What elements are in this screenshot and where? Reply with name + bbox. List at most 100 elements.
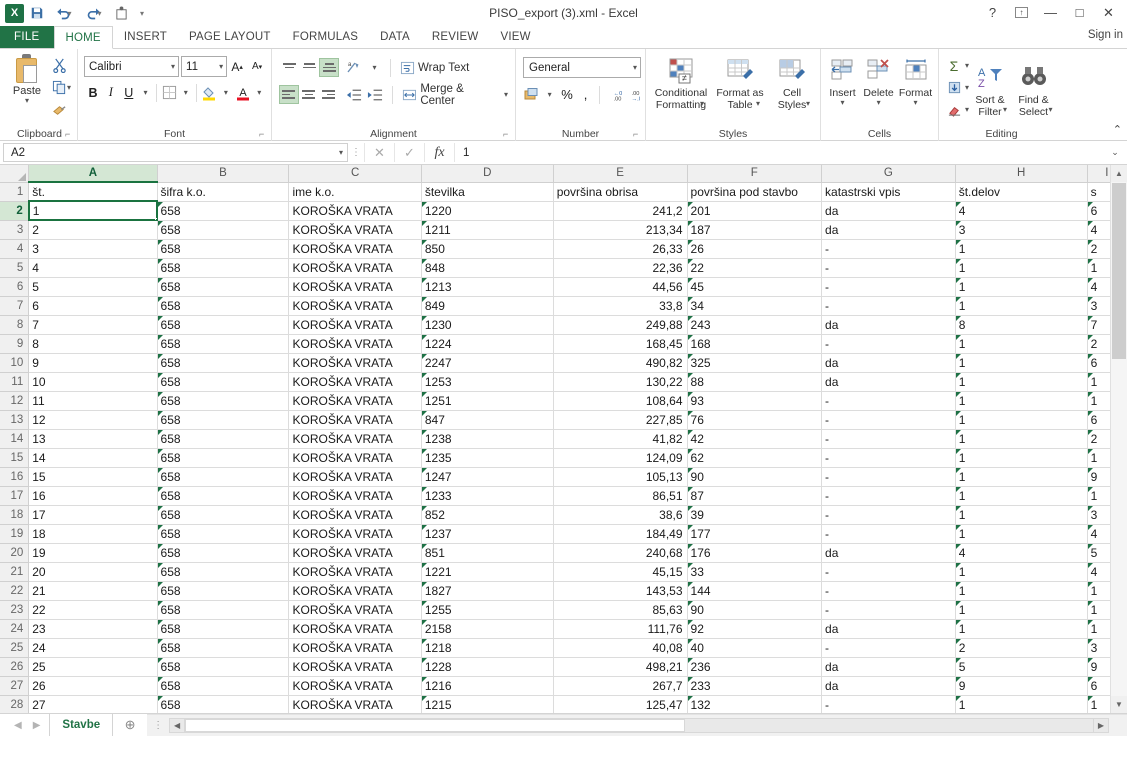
cell-F14[interactable]: 42 bbox=[687, 429, 821, 448]
cell-F9[interactable]: 168 bbox=[687, 334, 821, 353]
scroll-up-icon[interactable]: ▲ bbox=[1111, 165, 1127, 182]
cell-H24[interactable]: 1 bbox=[955, 619, 1087, 638]
name-box[interactable]: A2 ▾ bbox=[3, 143, 348, 162]
cell-A16[interactable]: 15 bbox=[29, 467, 157, 486]
cell-B17[interactable]: 658 bbox=[157, 486, 289, 505]
cell-D1[interactable]: številka bbox=[421, 182, 553, 201]
cell-A11[interactable]: 10 bbox=[29, 372, 157, 391]
expand-formula-bar-icon[interactable]: ⌄ bbox=[1105, 143, 1125, 162]
cell-E3[interactable]: 213,34 bbox=[553, 220, 687, 239]
row-header-22[interactable]: 22 bbox=[0, 581, 29, 600]
close-icon[interactable]: ✕ bbox=[1094, 2, 1123, 23]
row-header-2[interactable]: 2 bbox=[0, 201, 29, 220]
cell-G9[interactable]: - bbox=[822, 334, 956, 353]
chevron-down-icon[interactable]: ▾ bbox=[914, 99, 918, 107]
cell-A1[interactable]: št. bbox=[29, 182, 157, 201]
cell-D7[interactable]: 849 bbox=[421, 296, 553, 315]
cell-C7[interactable]: KOROŠKA VRATA bbox=[289, 296, 421, 315]
row-header-23[interactable]: 23 bbox=[0, 600, 29, 619]
row-header-15[interactable]: 15 bbox=[0, 448, 29, 467]
autosum-button[interactable]: Σ ▾ bbox=[943, 55, 969, 76]
find-and-select-button[interactable]: Find & Select ▾ bbox=[1011, 61, 1056, 114]
cell-B28[interactable]: 658 bbox=[157, 695, 289, 713]
cell-A21[interactable]: 20 bbox=[29, 562, 157, 581]
format-painter-button[interactable] bbox=[50, 101, 73, 121]
chevron-down-icon[interactable]: ▾ bbox=[1049, 106, 1053, 114]
cell-D10[interactable]: 2247 bbox=[421, 353, 553, 372]
sign-in-link[interactable]: Sign in bbox=[1088, 29, 1123, 41]
cell-E17[interactable]: 86,51 bbox=[553, 486, 687, 505]
cell-G5[interactable]: - bbox=[822, 258, 956, 277]
cell-F26[interactable]: 236 bbox=[687, 657, 821, 676]
cell-H13[interactable]: 1 bbox=[955, 410, 1087, 429]
cell-G24[interactable]: da bbox=[822, 619, 956, 638]
tab-page-layout[interactable]: PAGE LAYOUT bbox=[178, 26, 282, 48]
cell-B24[interactable]: 658 bbox=[157, 619, 289, 638]
cell-C27[interactable]: KOROŠKA VRATA bbox=[289, 676, 421, 695]
cell-B25[interactable]: 658 bbox=[157, 638, 289, 657]
insert-function-icon[interactable]: fx bbox=[424, 143, 454, 162]
row-header-5[interactable]: 5 bbox=[0, 258, 29, 277]
cell-D21[interactable]: 1221 bbox=[421, 562, 553, 581]
cell-D17[interactable]: 1233 bbox=[421, 486, 553, 505]
fill-handle[interactable] bbox=[155, 218, 158, 221]
cell-B18[interactable]: 658 bbox=[157, 505, 289, 524]
shrink-font-button[interactable]: A▾ bbox=[247, 56, 267, 77]
cell-E10[interactable]: 490,82 bbox=[553, 353, 687, 372]
cell-C9[interactable]: KOROŠKA VRATA bbox=[289, 334, 421, 353]
cell-B13[interactable]: 658 bbox=[157, 410, 289, 429]
cancel-entry-icon[interactable]: ✕ bbox=[364, 143, 394, 162]
cell-F24[interactable]: 92 bbox=[687, 619, 821, 638]
cell-D9[interactable]: 1224 bbox=[421, 334, 553, 353]
cell-B19[interactable]: 658 bbox=[157, 524, 289, 543]
accounting-format-icon[interactable] bbox=[523, 84, 542, 105]
cell-C18[interactable]: KOROŠKA VRATA bbox=[289, 505, 421, 524]
format-cells-button[interactable]: Format ▾ bbox=[897, 54, 934, 107]
grow-font-button[interactable]: A▴ bbox=[227, 56, 247, 77]
cell-E4[interactable]: 26,33 bbox=[553, 239, 687, 258]
cell-G20[interactable]: da bbox=[822, 543, 956, 562]
cell-C11[interactable]: KOROŠKA VRATA bbox=[289, 372, 421, 391]
borders-icon[interactable] bbox=[160, 82, 178, 103]
cell-E15[interactable]: 124,09 bbox=[553, 448, 687, 467]
cell-F25[interactable]: 40 bbox=[687, 638, 821, 657]
cell-B10[interactable]: 658 bbox=[157, 353, 289, 372]
delete-cells-button[interactable]: Delete ▾ bbox=[860, 54, 897, 107]
row-header-20[interactable]: 20 bbox=[0, 543, 29, 562]
cell-A4[interactable]: 3 bbox=[29, 239, 157, 258]
cell-H27[interactable]: 9 bbox=[955, 676, 1087, 695]
cell-C15[interactable]: KOROŠKA VRATA bbox=[289, 448, 421, 467]
orientation-dropdown[interactable]: ▾ bbox=[365, 57, 384, 78]
cell-A2[interactable]: 1 bbox=[29, 201, 157, 220]
tab-view[interactable]: VIEW bbox=[489, 26, 541, 48]
cell-H7[interactable]: 1 bbox=[955, 296, 1087, 315]
redo-icon[interactable]: ▾ bbox=[80, 3, 108, 23]
cell-F28[interactable]: 132 bbox=[687, 695, 821, 713]
align-right-icon[interactable] bbox=[319, 85, 339, 104]
cell-F6[interactable]: 45 bbox=[687, 277, 821, 296]
cell-H20[interactable]: 4 bbox=[955, 543, 1087, 562]
cell-B26[interactable]: 658 bbox=[157, 657, 289, 676]
clear-button[interactable]: ▾ bbox=[943, 99, 969, 120]
cell-C25[interactable]: KOROŠKA VRATA bbox=[289, 638, 421, 657]
cell-A14[interactable]: 13 bbox=[29, 429, 157, 448]
cell-F22[interactable]: 144 bbox=[687, 581, 821, 600]
row-header-28[interactable]: 28 bbox=[0, 695, 29, 713]
cell-G19[interactable]: - bbox=[822, 524, 956, 543]
cell-E16[interactable]: 105,13 bbox=[553, 467, 687, 486]
cell-G13[interactable]: - bbox=[822, 410, 956, 429]
cell-D24[interactable]: 2158 bbox=[421, 619, 553, 638]
cell-B9[interactable]: 658 bbox=[157, 334, 289, 353]
cell-E9[interactable]: 168,45 bbox=[553, 334, 687, 353]
cell-E22[interactable]: 143,53 bbox=[553, 581, 687, 600]
chevron-down-icon[interactable]: ▾ bbox=[700, 100, 704, 108]
cell-A28[interactable]: 27 bbox=[29, 695, 157, 713]
cell-D28[interactable]: 1215 bbox=[421, 695, 553, 713]
cell-F11[interactable]: 88 bbox=[687, 372, 821, 391]
cell-B5[interactable]: 658 bbox=[157, 258, 289, 277]
cell-H11[interactable]: 1 bbox=[955, 372, 1087, 391]
column-header-C[interactable]: C bbox=[289, 165, 421, 182]
cell-D18[interactable]: 852 bbox=[421, 505, 553, 524]
cell-F27[interactable]: 233 bbox=[687, 676, 821, 695]
cell-E12[interactable]: 108,64 bbox=[553, 391, 687, 410]
